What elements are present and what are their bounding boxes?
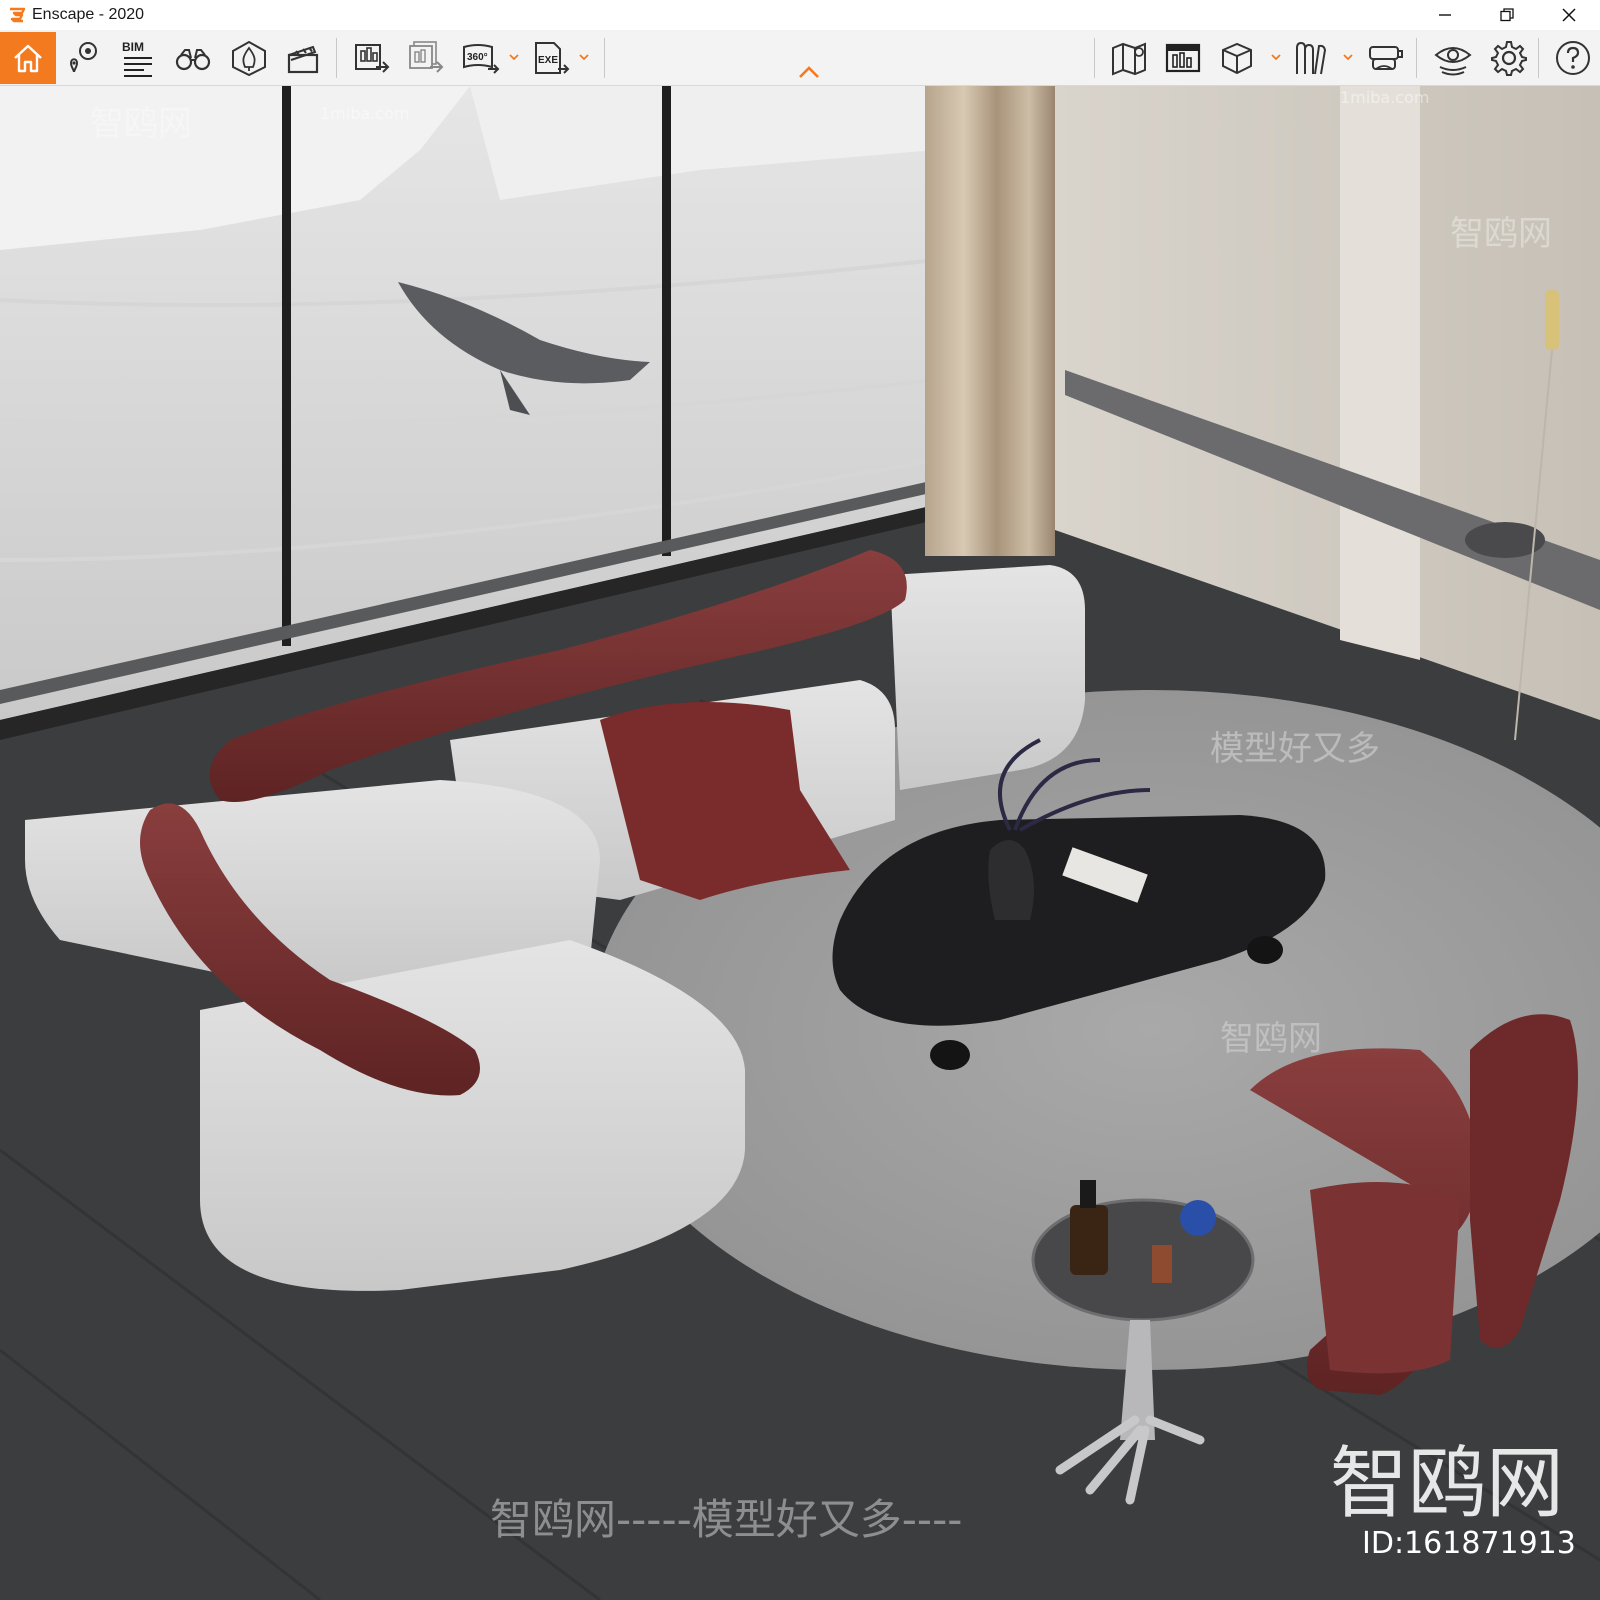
visual-settings-icon (1165, 43, 1201, 73)
map-icon (1112, 42, 1146, 76)
watermark-id: ID:161871913 (1362, 1526, 1576, 1561)
objects-button[interactable] (1212, 33, 1262, 83)
bim-info-button[interactable]: BIM (110, 33, 160, 83)
svg-text:360°: 360° (467, 52, 488, 63)
bim-icon: BIM (122, 40, 152, 77)
panorama-button[interactable]: 360° (456, 33, 506, 83)
watermark-brand-cn: 智鸥网 (90, 104, 192, 144)
cube-icon (1222, 42, 1252, 75)
watermark-brand-cn: 智鸥网 (1220, 1019, 1322, 1059)
export-dropdown-chevron-icon[interactable] (578, 50, 590, 64)
batch-render-icon (409, 41, 444, 73)
enscape-logo-icon (8, 6, 26, 24)
render-image-icon (355, 44, 390, 73)
toolbar-separator (336, 38, 337, 78)
atmosphere-icon (232, 40, 266, 77)
help-icon (1556, 41, 1590, 75)
watermark-brand-cn: 智鸥网 (1450, 214, 1552, 254)
window-title: Enscape - 2020 (32, 6, 145, 23)
minimize-button[interactable] (1414, 0, 1476, 30)
atmosphere-button[interactable] (224, 33, 274, 83)
home-icon (14, 44, 42, 73)
home-button[interactable] (0, 32, 56, 84)
watermark-domain: 1miba.com (1340, 88, 1430, 107)
vr-headset-button[interactable] (1360, 33, 1410, 83)
title-bar: Enscape - 2020 (0, 0, 1600, 30)
watermark-domain: 1miba.com (320, 104, 410, 123)
asset-library-icon (69, 42, 97, 73)
video-editor-button[interactable] (278, 33, 328, 83)
vr-headset-icon (1369, 46, 1403, 70)
collapse-toolbar-chevron-icon[interactable] (798, 64, 820, 80)
gear-icon (1491, 41, 1527, 76)
render-image-button[interactable] (346, 33, 396, 83)
render-viewport[interactable]: 智鸥网 1miba.com 1miba.com 智鸥网 模型好又多 智鸥网 智鸥… (0, 86, 1600, 1600)
books-button[interactable] (1286, 33, 1336, 83)
rendered-scene (0, 86, 1600, 1600)
export-exe-icon: EXE (535, 42, 570, 74)
asset-library-button[interactable] (58, 33, 108, 83)
binoculars-icon (175, 49, 211, 71)
visual-settings-button[interactable] (1158, 33, 1208, 83)
svg-text:EXE: EXE (538, 55, 558, 66)
batch-render-button[interactable] (400, 33, 450, 83)
export-exe-button[interactable]: EXE (526, 33, 576, 83)
panorama-360-icon: 360° (463, 44, 500, 74)
views-button[interactable] (168, 33, 218, 83)
restore-button[interactable] (1476, 0, 1538, 30)
view-mode-button[interactable] (1428, 33, 1478, 83)
objects-dropdown-chevron-icon[interactable] (1270, 50, 1282, 64)
clapperboard-icon (287, 45, 319, 74)
svg-text:BIM: BIM (122, 40, 144, 54)
help-button[interactable] (1548, 33, 1598, 83)
toolbar-separator (1094, 38, 1095, 78)
watermark-slogan: 模型好又多 (1210, 729, 1380, 769)
panorama-dropdown-chevron-icon[interactable] (508, 50, 520, 64)
close-button[interactable] (1538, 0, 1600, 30)
settings-button[interactable] (1484, 33, 1534, 83)
eye-icon (1434, 47, 1472, 76)
toolbar-separator (604, 38, 605, 78)
watermark-corner-brand: 智鸥网 (1330, 1439, 1565, 1529)
toolbar-separator (1416, 38, 1417, 78)
books-icon (1296, 41, 1327, 75)
watermark-footer-slogan: 智鸥网-----模型好又多---- (490, 1495, 963, 1544)
books-dropdown-chevron-icon[interactable] (1342, 50, 1354, 64)
toolbar-separator (1538, 38, 1539, 78)
map-button[interactable] (1104, 33, 1154, 83)
